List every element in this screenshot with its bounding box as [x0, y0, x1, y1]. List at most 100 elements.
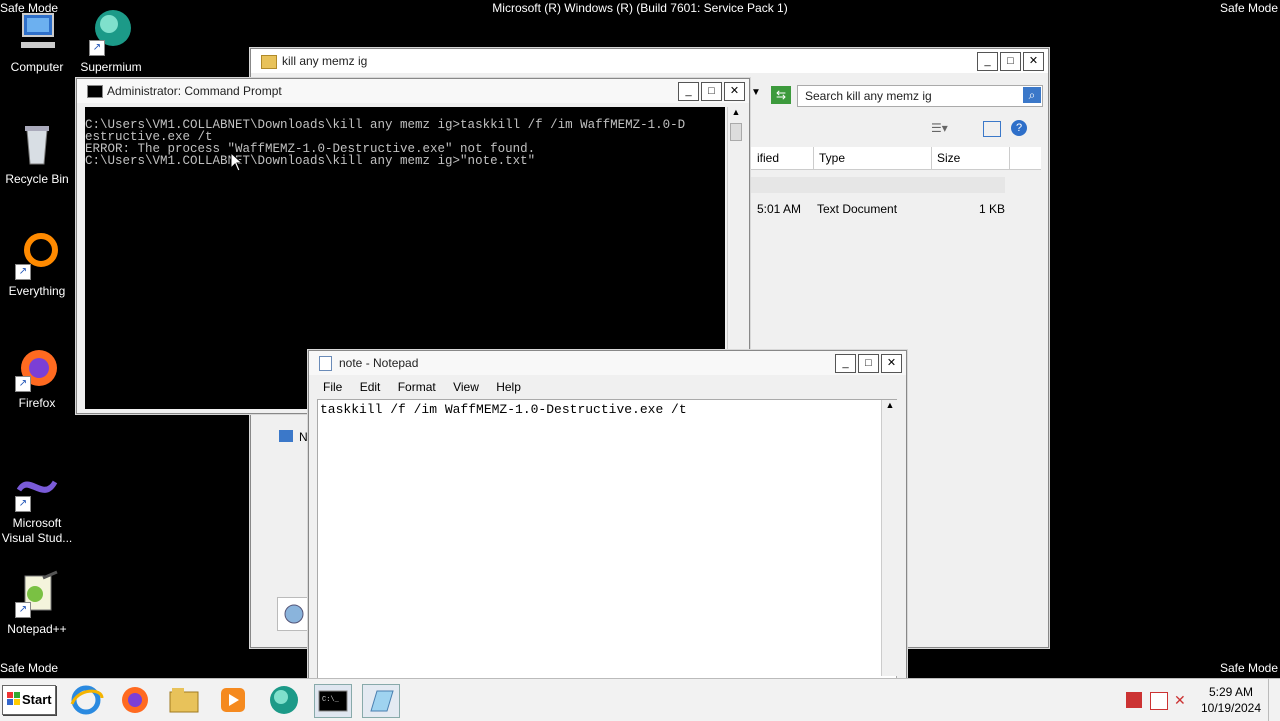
supermium-icon[interactable]	[266, 684, 302, 716]
notepad-window[interactable]: note - Notepad _ □ ✕ File Edit Format Vi…	[308, 350, 907, 682]
shortcut-arrow-icon: ↗	[89, 40, 105, 56]
maximize-button[interactable]: □	[701, 82, 722, 101]
notepad-menubar: File Edit Format View Help	[323, 380, 535, 394]
folder-icon	[261, 55, 277, 69]
menu-help[interactable]: Help	[496, 380, 521, 394]
refresh-icon[interactable]: ⇆	[771, 86, 791, 104]
close-button[interactable]: ✕	[724, 82, 745, 101]
nav-item-label: N	[299, 430, 308, 444]
desktop-icon-label: Firefox	[18, 396, 56, 410]
notepad-text-area[interactable]: taskkill /f /im WaffMEMZ-1.0-Destructive…	[317, 399, 897, 681]
search-icon[interactable]: ⌕	[1023, 87, 1041, 103]
notepad-icon[interactable]	[362, 684, 400, 718]
notepad-title: note - Notepad	[339, 356, 419, 370]
cmd-icon[interactable]: C:\_	[314, 684, 352, 718]
internet-explorer-icon[interactable]	[68, 684, 104, 716]
view-options-icon[interactable]: ☰▾	[931, 121, 951, 135]
preview-pane-icon[interactable]	[983, 121, 1001, 137]
console-line: C:\Users\VM1.COLLABNET\Downloads\kill an…	[85, 154, 536, 168]
svg-text:C:\_: C:\_	[322, 696, 340, 704]
desktop-icon-label: Supermium	[80, 60, 142, 74]
scroll-thumb[interactable]	[730, 123, 742, 141]
address-dropdown-icon[interactable]: ▼	[751, 87, 765, 101]
column-header-type[interactable]: Type	[813, 147, 932, 169]
desktop-icon-computer[interactable]: Computer	[0, 8, 74, 75]
notepad-icon	[319, 356, 332, 371]
desktop-icon-firefox[interactable]: ↗ Firefox	[0, 344, 74, 411]
clock-time: 5:29 AM	[1208, 685, 1254, 699]
desktop-icon-supermium[interactable]: ↗ Supermium	[74, 8, 148, 75]
notepadpp-icon: ↗	[13, 570, 61, 618]
windows-logo-icon	[7, 692, 20, 705]
start-label: Start	[22, 692, 52, 707]
desktop-icon-recycle-bin[interactable]: Recycle Bin	[0, 120, 74, 187]
firefox-icon[interactable]	[117, 684, 153, 716]
menu-format[interactable]: Format	[398, 380, 436, 394]
minimize-button[interactable]: _	[835, 354, 856, 373]
explorer-window-buttons: _ □ ✕	[977, 52, 1044, 71]
safe-mode-label-bottom-left: Safe Mode	[0, 661, 59, 675]
firefox-icon: ↗	[13, 344, 61, 392]
system-tray: ✕	[1124, 691, 1194, 711]
desktop-icon-visual-studio[interactable]: ↗ Microsoft Visual Stud...	[0, 464, 74, 546]
notepad-titlebar[interactable]: note - Notepad _ □ ✕	[309, 351, 906, 375]
network-nav-item[interactable]: N	[279, 429, 309, 445]
cmd-titlebar[interactable]: Administrator: Command Prompt _ □ ✕	[77, 79, 749, 103]
menu-edit[interactable]: Edit	[360, 380, 381, 394]
shortcut-arrow-icon: ↗	[15, 376, 31, 392]
maximize-button[interactable]: □	[858, 354, 879, 373]
column-header-modified[interactable]: ified	[751, 147, 814, 169]
safe-mode-label-top-right: Safe Mode	[1219, 1, 1278, 15]
computer-icon	[13, 8, 61, 56]
desktop-icon-label: Recycle Bin	[5, 172, 69, 186]
cell-size: 1 KB	[979, 202, 1006, 216]
recycle-bin-icon	[13, 120, 61, 168]
shortcut-arrow-icon: ↗	[15, 602, 31, 618]
menu-view[interactable]: View	[453, 380, 479, 394]
desktop-icon-label: Microsoft Visual Stud...	[1, 516, 73, 545]
column-header-row: ified Type Size	[751, 147, 1041, 170]
search-input[interactable]: Search kill any memz ig	[805, 89, 932, 103]
explorer-titlebar[interactable]: kill any memz ig _ □ ✕	[251, 49, 1048, 73]
close-button[interactable]: ✕	[1023, 52, 1044, 71]
desktop-icon-everything[interactable]: ↗ Everything	[0, 232, 74, 299]
notepad-window-buttons: _ □ ✕	[835, 354, 902, 373]
maximize-button[interactable]: □	[1000, 52, 1021, 71]
safe-mode-label-bottom-right: Safe Mode	[1219, 661, 1278, 675]
cell-modified: 5:01 AM	[757, 202, 802, 216]
close-button[interactable]: ✕	[881, 354, 902, 373]
minimize-button[interactable]: _	[678, 82, 699, 101]
table-row[interactable]: 5:01 AM Text Document 1 KB	[751, 199, 1041, 219]
network-status-icon[interactable]	[1150, 692, 1168, 710]
desktop-icon-notepadpp[interactable]: ↗ Notepad++	[0, 570, 74, 637]
desktop-icon-label: Computer	[10, 60, 64, 74]
visual-studio-icon: ↗	[13, 464, 61, 512]
volume-muted-icon[interactable]: ✕	[1174, 692, 1190, 708]
cmd-window-buttons: _ □ ✕	[678, 82, 745, 101]
cell-type: Text Document	[817, 202, 898, 216]
search-box[interactable]: Search kill any memz ig ⌕	[797, 85, 1043, 107]
column-header-size[interactable]: Size	[931, 147, 1010, 169]
desktop-icon-label: Notepad++	[7, 622, 67, 636]
scroll-up-icon[interactable]: ▲	[882, 400, 898, 414]
notepad-scrollbar[interactable]: ▲	[881, 400, 898, 676]
shortcut-arrow-icon: ↗	[15, 496, 31, 512]
cmd-icon	[87, 85, 103, 98]
scroll-up-icon[interactable]: ▲	[728, 107, 744, 121]
explorer-icon[interactable]	[166, 684, 202, 716]
show-desktop-button[interactable]	[1268, 679, 1280, 721]
action-center-icon[interactable]	[1126, 692, 1142, 708]
help-icon[interactable]: ?	[1011, 120, 1027, 136]
desktop-icon-label: Everything	[8, 284, 66, 298]
everything-icon: ↗	[13, 232, 61, 280]
start-button[interactable]: Start	[2, 685, 56, 715]
menu-file[interactable]: File	[323, 380, 342, 394]
clock-date: 10/19/2024	[1200, 701, 1262, 715]
media-player-icon[interactable]	[215, 684, 251, 716]
windows-build-text: Microsoft (R) Windows (R) (Build 7601: S…	[492, 1, 788, 15]
cmd-title: Administrator: Command Prompt	[107, 84, 282, 98]
clock[interactable]: 5:29 AM 10/19/2024	[1196, 684, 1266, 716]
minimize-button[interactable]: _	[977, 52, 998, 71]
explorer-title: kill any memz ig	[282, 54, 368, 68]
details-pane-icon	[277, 597, 311, 631]
